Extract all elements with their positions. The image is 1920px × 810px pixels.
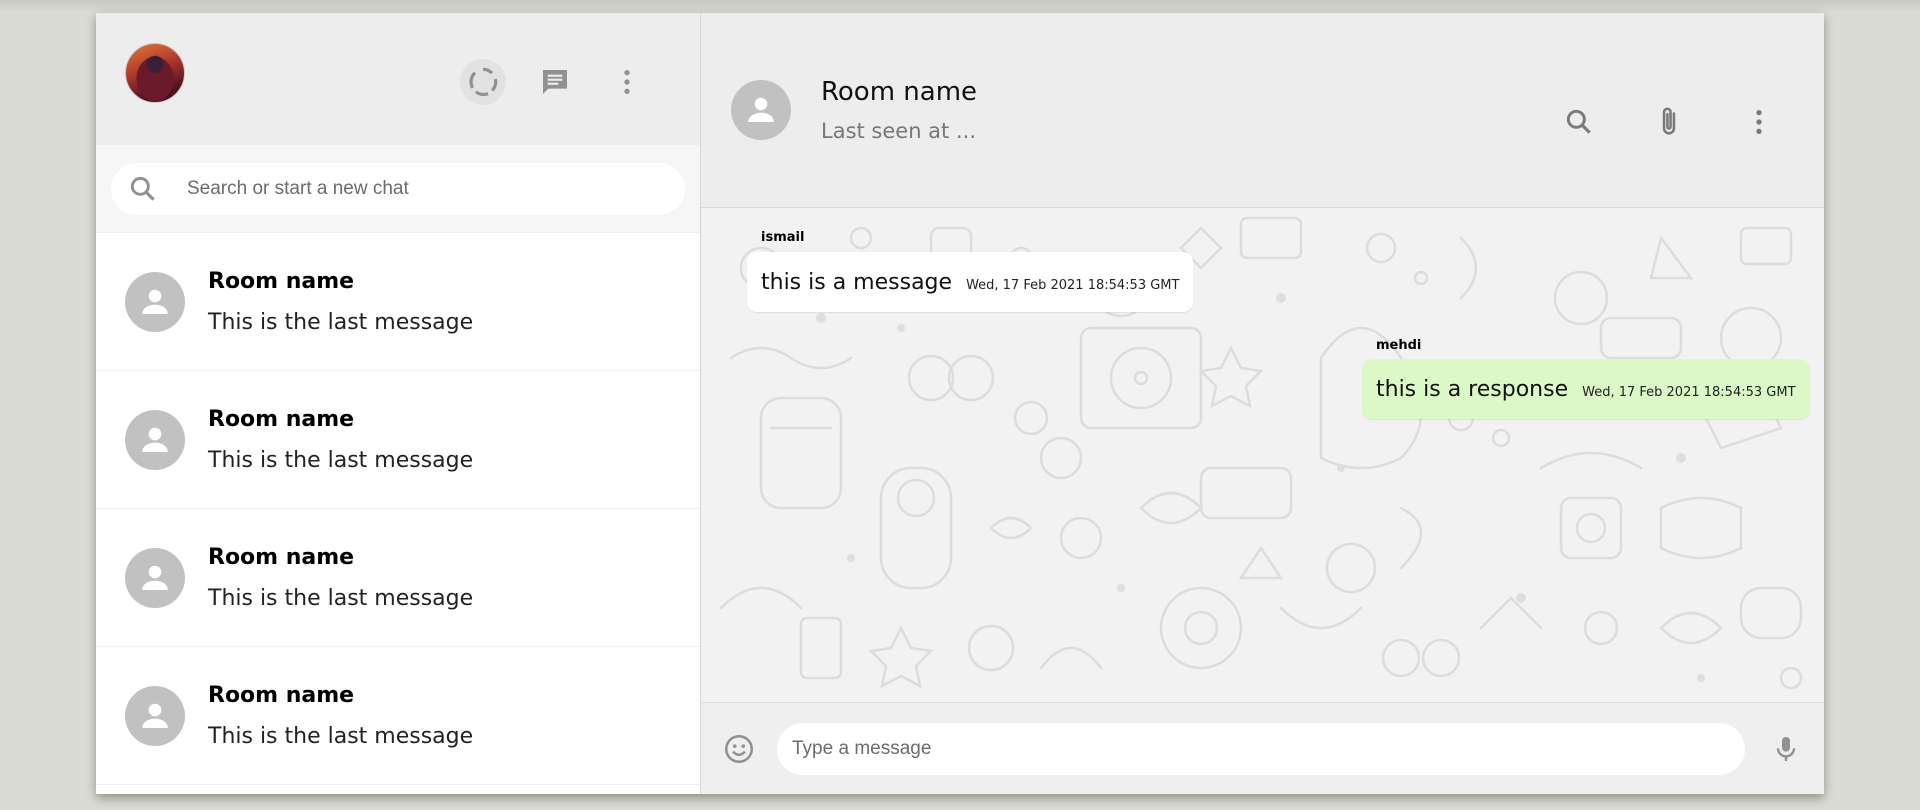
chat-last-message: This is the last message: [208, 585, 474, 611]
chat-room-name: Room name: [208, 544, 355, 570]
message-bubble-received[interactable]: this is a message Wed, 17 Feb 2021 18:54…: [747, 252, 1194, 312]
message-author: ismail: [761, 230, 805, 245]
message-text: this is a message: [761, 269, 953, 295]
search-input[interactable]: [187, 177, 567, 200]
chat-body[interactable]: ismail this is a message Wed, 17 Feb 202…: [701, 208, 1824, 702]
attach-icon: [1662, 107, 1676, 135]
room-avatar: [125, 547, 185, 608]
chat-header-room-name: Room name: [821, 77, 978, 107]
room-avatar: [125, 271, 185, 332]
chat-header-last-seen: Last seen at ...: [821, 119, 976, 143]
chat-info: Room name This is the last message: [208, 269, 473, 335]
chat-footer: [701, 702, 1824, 794]
status-icon: [469, 67, 498, 97]
new-chat-button[interactable]: [532, 59, 578, 105]
message-input[interactable]: [792, 737, 1745, 760]
chat-info: Room name This is the last message: [208, 545, 473, 611]
sidebar-header-icons: [460, 59, 650, 105]
sidebar-menu-button[interactable]: [604, 59, 650, 105]
chat-list: Room name This is the last message Room …: [96, 233, 700, 794]
message-timestamp: Wed, 17 Feb 2021 18:54:53 GMT: [1582, 384, 1796, 400]
chat-search-button[interactable]: [1556, 99, 1602, 145]
chat-list-item[interactable]: Room name This is the last message: [96, 509, 700, 647]
person-icon: [142, 565, 168, 590]
chat-last-message: This is the last message: [208, 447, 474, 473]
chat-info: Room name This is the last message: [208, 407, 473, 473]
chat-list-item[interactable]: Room name This is the last message: [96, 371, 700, 509]
chat-app: Room name This is the last message Room …: [96, 13, 1824, 794]
room-avatar: [125, 409, 185, 470]
search-icon: [1566, 109, 1591, 134]
message-text: this is a response: [1376, 376, 1569, 402]
message-input-wrap: [777, 722, 1745, 775]
person-icon: [142, 427, 168, 452]
chat-list-item[interactable]: Room name This is the last message: [96, 233, 700, 371]
profile-avatar[interactable]: [125, 43, 185, 103]
message-author: mehdi: [1376, 338, 1422, 353]
sidebar: Room name This is the last message Room …: [96, 13, 701, 794]
search-box: [111, 162, 685, 215]
new-chat-icon: [543, 70, 567, 94]
person-icon: [142, 289, 168, 314]
chat-info: Room name This is the last message: [208, 683, 473, 749]
chat-list-item[interactable]: Room name This is the last message: [96, 647, 700, 785]
message-bubble-sent[interactable]: this is a response Wed, 17 Feb 2021 18:5…: [1362, 359, 1810, 419]
mic-icon: [1776, 736, 1796, 761]
search-area: [96, 145, 700, 233]
chat-panel: Room name Last seen at ... ismail this i…: [701, 13, 1824, 794]
emoji-icon: [724, 734, 754, 763]
chat-header-icons: [1556, 99, 1782, 145]
more-vert-icon: [624, 70, 630, 94]
chat-header-info[interactable]: Room name Last seen at ...: [821, 77, 977, 143]
person-icon: [748, 97, 774, 122]
chat-room-name: Room name: [208, 682, 355, 708]
chat-last-message: This is the last message: [208, 723, 474, 749]
emoji-button[interactable]: [716, 726, 762, 772]
status-button[interactable]: [460, 59, 506, 105]
chat-room-name: Room name: [208, 406, 355, 432]
page-top-strip: [0, 0, 1920, 12]
more-vert-icon: [1756, 110, 1762, 134]
chat-room-name: Room name: [208, 268, 355, 294]
mic-button[interactable]: [1763, 726, 1809, 772]
attach-button[interactable]: [1646, 99, 1692, 145]
person-icon: [142, 703, 168, 728]
chat-header-avatar[interactable]: [731, 80, 791, 140]
chat-header: Room name Last seen at ...: [701, 13, 1824, 208]
chat-last-message: This is the last message: [208, 309, 474, 335]
message-timestamp: Wed, 17 Feb 2021 18:54:53 GMT: [966, 277, 1180, 293]
search-icon: [130, 176, 155, 201]
sidebar-header: [96, 13, 700, 145]
chat-menu-button[interactable]: [1736, 99, 1782, 145]
room-avatar: [125, 685, 185, 746]
